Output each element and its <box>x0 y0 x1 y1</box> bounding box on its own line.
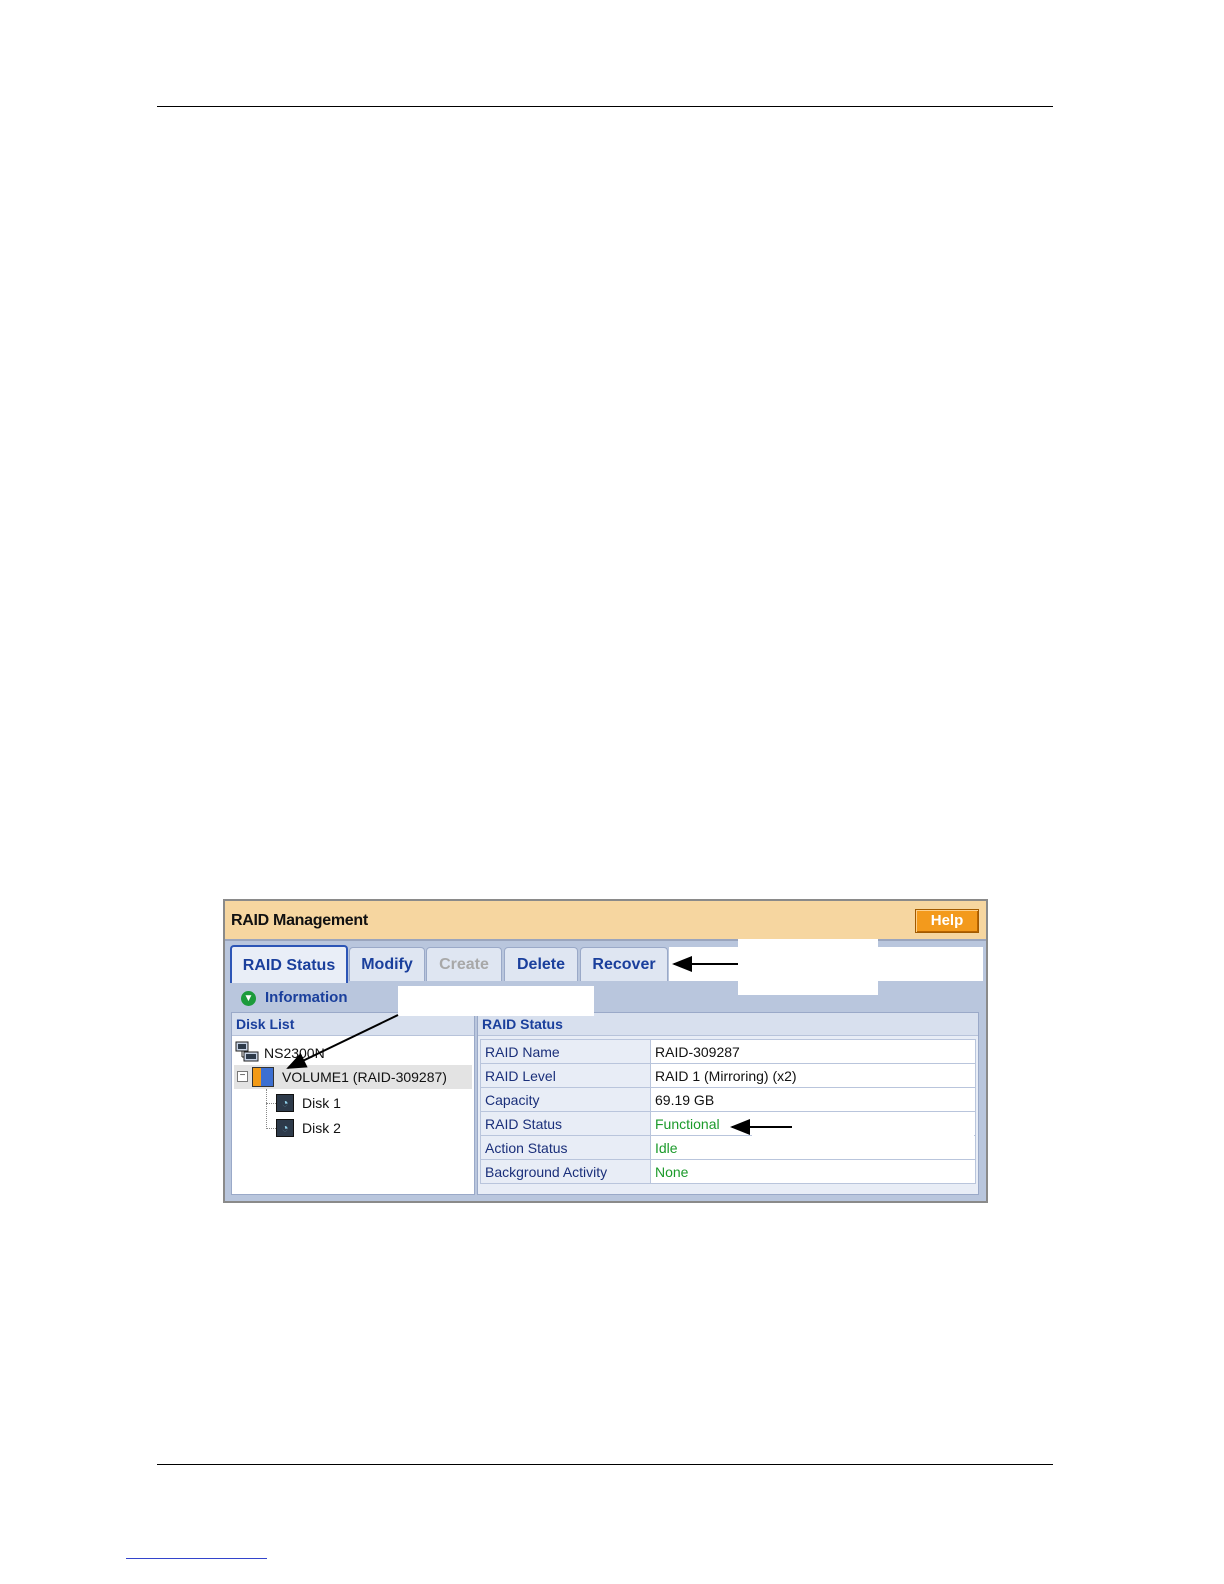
tab-modify[interactable]: Modify <box>349 947 425 981</box>
header-rule <box>157 106 1053 107</box>
status-value: None <box>650 1159 976 1184</box>
status-key: RAID Name <box>480 1039 651 1064</box>
raid-status-pane: RAID Status RAID Name RAID-309287 RAID L… <box>477 1012 979 1195</box>
tab-delete[interactable]: Delete <box>504 947 578 981</box>
callout-box <box>752 1116 974 1140</box>
tree-item-label: Disk 1 <box>302 1095 341 1111</box>
status-key: RAID Level <box>480 1063 651 1088</box>
tab-create: Create <box>426 947 502 981</box>
raid-status-header: RAID Status <box>478 1013 978 1036</box>
table-row: RAID Level RAID 1 (Mirroring) (x2) <box>480 1063 976 1088</box>
disk-list-pane: Disk List NS2300N − VOLUME1 (RAID-309287… <box>231 1012 475 1195</box>
status-key: Action Status <box>480 1135 651 1160</box>
callout-box <box>738 939 878 995</box>
tree-item-label: Disk 2 <box>302 1120 341 1136</box>
status-value: RAID-309287 <box>650 1039 976 1064</box>
callout-arrows <box>286 956 792 1135</box>
server-network-icon <box>235 1041 259 1062</box>
callout-box <box>398 986 594 1016</box>
chevron-down-circle-icon: ▼ <box>241 991 256 1006</box>
tree-item-label: VOLUME1 (RAID-309287) <box>282 1069 447 1085</box>
status-key: RAID Status <box>480 1111 651 1136</box>
help-button[interactable]: Help <box>915 909 979 933</box>
hard-disk-icon: ◔ <box>276 1094 294 1112</box>
panel-titlebar: RAID Management Help <box>225 901 986 941</box>
information-label: Information <box>265 989 348 1006</box>
status-value: RAID 1 (Mirroring) (x2) <box>650 1063 976 1088</box>
tree-item-volume[interactable]: − VOLUME1 (RAID-309287) <box>234 1065 472 1089</box>
raid-volume-icon <box>252 1067 274 1087</box>
panel-title: RAID Management <box>231 912 368 929</box>
disk-list-header: Disk List <box>232 1013 474 1036</box>
tree-connector <box>266 1089 267 1129</box>
tab-recover[interactable]: Recover <box>580 947 668 981</box>
status-value: 69.19 GB <box>650 1087 976 1112</box>
table-row: Capacity 69.19 GB <box>480 1087 976 1112</box>
footer-rule <box>157 1464 1053 1465</box>
raid-status-table: RAID Name RAID-309287 RAID Level RAID 1 … <box>480 1039 976 1184</box>
table-row: Background Activity None <box>480 1159 976 1184</box>
status-key: Background Activity <box>480 1159 651 1184</box>
footer-link-underline <box>126 1558 267 1559</box>
tree-connector <box>266 1128 276 1129</box>
table-row: RAID Name RAID-309287 <box>480 1039 976 1064</box>
collapse-icon[interactable]: − <box>237 1071 248 1082</box>
tab-raid-status[interactable]: RAID Status <box>230 945 348 983</box>
tree-item-label: NS2300N <box>264 1045 325 1061</box>
tree-connector <box>266 1103 276 1104</box>
hard-disk-icon: ◔ <box>276 1119 294 1137</box>
status-key: Capacity <box>480 1087 651 1112</box>
